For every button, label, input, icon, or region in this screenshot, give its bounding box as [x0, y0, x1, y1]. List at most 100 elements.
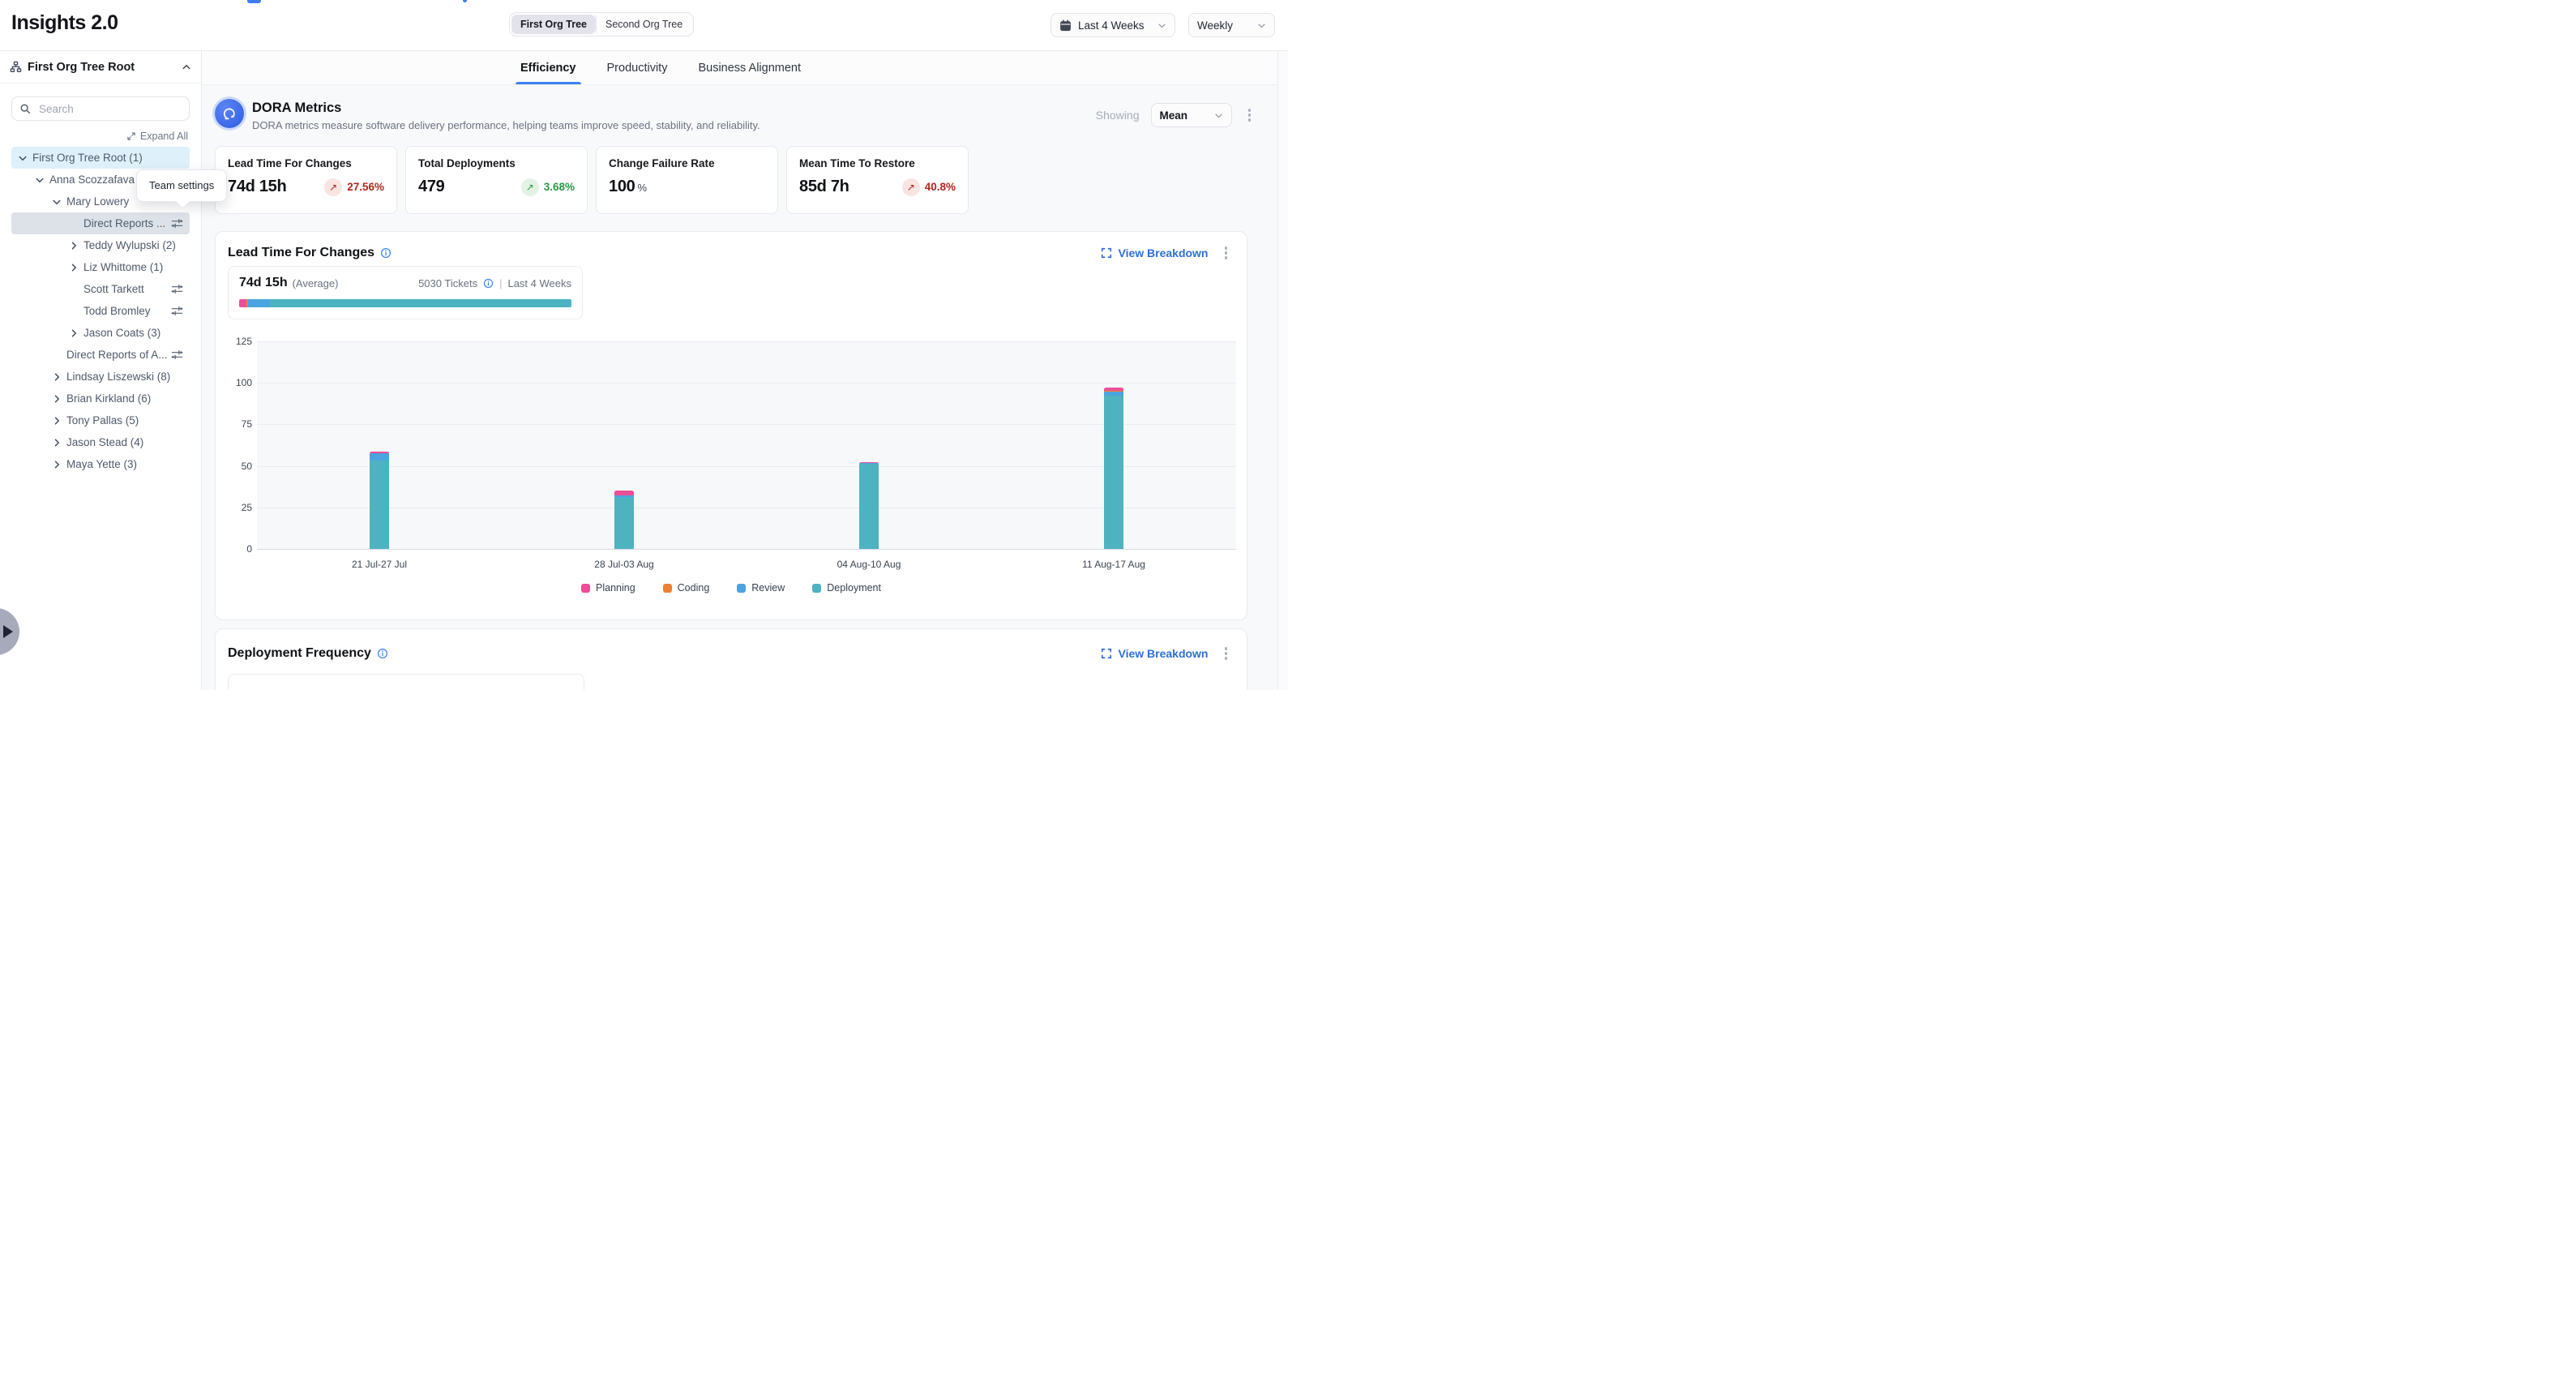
- x-axis-label: 21 Jul-27 Jul: [315, 559, 444, 570]
- tickets-count: 5030 Tickets: [418, 277, 477, 289]
- tab-label: Productivity: [607, 62, 668, 75]
- team-settings-icon[interactable]: [171, 217, 183, 229]
- legend-item-deployment[interactable]: Deployment: [812, 582, 881, 594]
- chevron-up-icon[interactable]: [182, 62, 191, 72]
- metric-card-total-deployments: Total Deployments479↗3.68%: [405, 146, 588, 214]
- tab-label: Business Alignment: [698, 62, 801, 75]
- org-tree-toggle: First Org TreeSecond Org Tree: [509, 12, 694, 36]
- view-breakdown-link[interactable]: View Breakdown: [1101, 246, 1208, 259]
- legend-item-coding[interactable]: Coding: [663, 582, 710, 594]
- team-settings-icon[interactable]: [171, 283, 183, 295]
- search-input[interactable]: [37, 102, 182, 116]
- aggregation-value: Mean: [1160, 109, 1208, 122]
- stacked-bar-21-jul-27-jul[interactable]: [370, 452, 389, 549]
- aggregation-select[interactable]: Mean: [1151, 103, 1232, 127]
- stacked-bar-04-aug-10-aug[interactable]: [859, 462, 879, 550]
- tree-item-maya-yette-3[interactable]: Maya Yette (3): [11, 453, 190, 475]
- tree-item-first-org-tree-root-1[interactable]: First Org Tree Root (1): [11, 147, 190, 169]
- stacked-bar-28-jul-03-aug[interactable]: [614, 491, 634, 549]
- metric-card-value-row: 74d 15h↗27.56%: [228, 178, 384, 196]
- org-toggle-second-org-tree[interactable]: Second Org Tree: [597, 15, 691, 34]
- bar-segment-deployment: [614, 497, 634, 550]
- lead-time-chart-plot: 025507510012521 Jul-27 Jul28 Jul-03 Aug0…: [257, 341, 1236, 550]
- tree-item-jason-stead-4[interactable]: Jason Stead (4): [11, 431, 190, 453]
- bar-segment-deployment: [859, 464, 879, 549]
- org-toggle-first-org-tree[interactable]: First Org Tree: [511, 15, 596, 34]
- calendar-icon: [1059, 19, 1072, 32]
- tab-productivity[interactable]: Productivity: [607, 51, 668, 84]
- insights-app: Insights 2.0 First Org TreeSecond Org Tr…: [0, 0, 1288, 690]
- gridline: [257, 383, 1236, 384]
- chevron-placeholder: [67, 217, 80, 230]
- legend-item-review[interactable]: Review: [737, 582, 785, 594]
- stacked-bar-11-aug-17-aug[interactable]: [1104, 388, 1123, 549]
- dora-menu-kebab-icon[interactable]: [1243, 105, 1256, 125]
- deployment-frequency-summary: [228, 674, 584, 690]
- x-axis-label: 11 Aug-17 Aug: [1049, 559, 1179, 570]
- tree-item-liz-whittome-1[interactable]: Liz Whittome (1): [11, 256, 190, 278]
- tree-item-teddy-wylupski-2[interactable]: Teddy Wylupski (2): [11, 234, 190, 256]
- bar-segment-deployment: [1104, 396, 1123, 549]
- active-tab-underline: [516, 82, 581, 84]
- chart-menu-kebab-icon[interactable]: [1220, 243, 1233, 263]
- date-range-select[interactable]: Last 4 Weeks: [1051, 13, 1175, 37]
- view-breakdown-label: View Breakdown: [1118, 246, 1208, 259]
- bar-segment-review: [370, 453, 389, 461]
- tree-item-lindsay-liszewski-8[interactable]: Lindsay Liszewski (8): [11, 366, 190, 388]
- tree-item-direct-reports[interactable]: Direct Reports ...: [11, 212, 190, 234]
- x-axis-label: 04 Aug-10 Aug: [804, 559, 934, 570]
- info-icon[interactable]: [380, 247, 392, 259]
- tree-item-label: Direct Reports ...: [83, 217, 165, 229]
- separator: |: [499, 277, 502, 289]
- chevron-right-icon[interactable]: [50, 392, 63, 405]
- chevron-right-icon[interactable]: [50, 414, 63, 427]
- y-axis-tick: 125: [220, 336, 252, 347]
- search-icon: [19, 103, 31, 114]
- chart-menu-kebab-icon[interactable]: [1220, 644, 1233, 663]
- scrollbar-track[interactable]: [1277, 51, 1288, 690]
- tree-item-label: Tony Pallas (5): [66, 414, 139, 426]
- tree-item-todd-bromley[interactable]: Todd Bromley: [11, 300, 190, 322]
- team-settings-icon[interactable]: [171, 349, 183, 361]
- metric-card-value-row: 479↗3.68%: [418, 178, 575, 196]
- dora-metrics-icon: [215, 99, 244, 128]
- chevron-right-icon[interactable]: [67, 239, 80, 252]
- trend-percent: 40.8%: [925, 181, 956, 193]
- chevron-down-icon[interactable]: [50, 195, 63, 208]
- tree-item-direct-reports-of-a[interactable]: Direct Reports of A...: [11, 344, 190, 366]
- tree-item-label: Scott Tarkett: [83, 283, 144, 295]
- metric-value: 74d 15h: [228, 178, 286, 196]
- tab-efficiency[interactable]: Efficiency: [520, 51, 576, 84]
- expand-all-button[interactable]: Expand All: [13, 131, 188, 142]
- trend-arrow-icon: ↗: [902, 178, 920, 196]
- granularity-select[interactable]: Weekly: [1188, 13, 1275, 37]
- tree-item-brian-kirkland-6[interactable]: Brian Kirkland (6): [11, 388, 190, 409]
- breakdown-expand-icon: [1101, 247, 1112, 259]
- chevron-down-icon[interactable]: [33, 174, 46, 186]
- gridline: [257, 466, 1236, 467]
- topbar-controls: Last 4 Weeks Weekly: [1051, 13, 1275, 37]
- chevron-right-icon[interactable]: [50, 458, 63, 471]
- info-icon[interactable]: [377, 648, 388, 659]
- tab-business-alignment[interactable]: Business Alignment: [698, 51, 801, 84]
- tree-item-tony-pallas-5[interactable]: Tony Pallas (5): [11, 409, 190, 431]
- trend-arrow-icon: ↗: [324, 178, 342, 196]
- chevron-right-icon[interactable]: [67, 261, 80, 274]
- granularity-value: Weekly: [1197, 19, 1251, 32]
- chevron-down-icon: [1157, 21, 1166, 30]
- info-icon[interactable]: [483, 278, 494, 289]
- tree-item-scott-tarkett[interactable]: Scott Tarkett: [11, 278, 190, 300]
- team-settings-icon[interactable]: [171, 305, 183, 317]
- view-breakdown-link[interactable]: View Breakdown: [1101, 647, 1208, 660]
- page-title: Insights 2.0: [11, 11, 118, 35]
- deployment-frequency-card: Deployment Frequency View Breakdown: [215, 628, 1247, 690]
- metric-value: 479: [418, 178, 444, 196]
- chevron-right-icon[interactable]: [50, 371, 63, 384]
- sidebar-header[interactable]: First Org Tree Root: [0, 51, 201, 84]
- metric-card-value-row: 85d 7h↗40.8%: [799, 178, 956, 196]
- tree-item-jason-coats-3[interactable]: Jason Coats (3): [11, 322, 190, 344]
- chevron-down-icon[interactable]: [16, 152, 29, 165]
- chevron-right-icon[interactable]: [67, 327, 80, 340]
- chevron-right-icon[interactable]: [50, 436, 63, 449]
- legend-item-planning[interactable]: Planning: [581, 582, 635, 594]
